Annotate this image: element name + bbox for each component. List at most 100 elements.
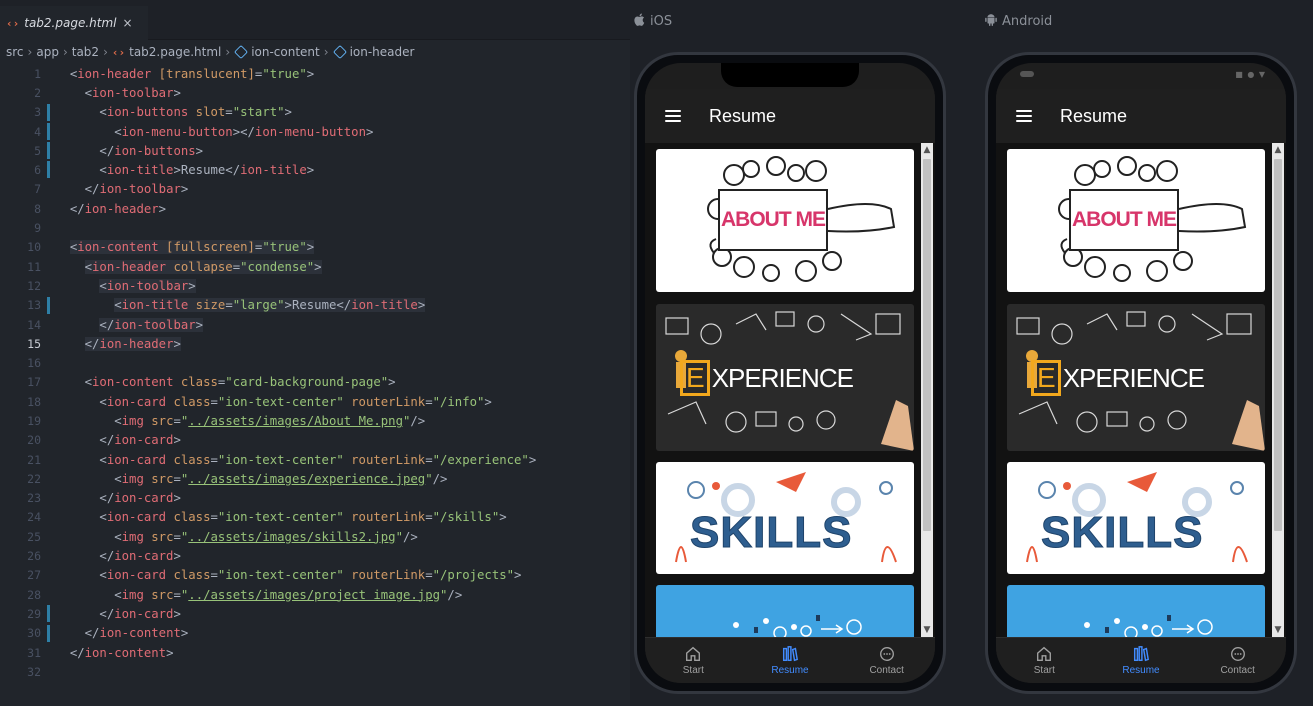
card-projects[interactable] bbox=[656, 585, 914, 637]
tab-contact[interactable]: Contact bbox=[838, 638, 935, 683]
tab-resume[interactable]: Resume bbox=[1093, 638, 1190, 683]
code-line: 8 </ion-header> bbox=[0, 199, 630, 218]
close-icon[interactable]: × bbox=[123, 16, 133, 30]
path-link[interactable]: ../assets/images/project image.jpg bbox=[188, 588, 440, 602]
lightbulb-illustration bbox=[733, 615, 862, 637]
tab-bar: Start Resume Contact bbox=[996, 637, 1286, 683]
git-change-marker bbox=[45, 604, 55, 623]
code-line: 7 </ion-toolbar> bbox=[0, 180, 630, 199]
code-line: 32 bbox=[0, 662, 630, 681]
code-line: 29 </ion-card> bbox=[0, 604, 630, 623]
line-number: 21 bbox=[27, 452, 41, 467]
card-list[interactable]: ABOUT ME E XPERIENCE SKILLS ▲ ▼ bbox=[645, 143, 935, 637]
about-me-sign: ABOUT ME bbox=[718, 189, 828, 251]
skills-wordmark: SKILLS bbox=[689, 508, 853, 558]
chevron-right-icon: › bbox=[323, 45, 329, 59]
code-line: 31 </ion-content> bbox=[0, 643, 630, 662]
scroll-down-icon[interactable]: ▼ bbox=[1272, 623, 1284, 637]
ios-device-frame: Resume ABOUT ME E XPERIENCE SKILLS ▲ ▼ S… bbox=[634, 52, 946, 694]
card-skills[interactable]: SKILLS bbox=[1007, 462, 1265, 574]
card-about-me[interactable]: ABOUT ME bbox=[1007, 149, 1265, 292]
breadcrumb-ion-content[interactable]: ion-content bbox=[251, 45, 320, 59]
chevron-right-icon: › bbox=[103, 45, 108, 59]
breadcrumb-src[interactable]: src bbox=[6, 45, 24, 59]
card-skills[interactable]: SKILLS bbox=[656, 462, 914, 574]
code-line: 23 </ion-card> bbox=[0, 489, 630, 508]
line-number: 22 bbox=[27, 471, 41, 486]
page-title: Resume bbox=[1060, 105, 1128, 126]
android-screen: ■ ● ▼ Resume ABOUT ME E XPERIENCE SKILLS… bbox=[996, 63, 1286, 683]
tab-label: tab2.page.html bbox=[24, 16, 117, 30]
scroll-down-icon[interactable]: ▼ bbox=[921, 623, 933, 637]
symbol-element-icon bbox=[332, 44, 347, 60]
tab-bar: ‹› tab2.page.html × bbox=[0, 0, 630, 40]
scroll-up-icon[interactable]: ▲ bbox=[921, 143, 933, 157]
scrollbar[interactable]: ▲ ▼ bbox=[1272, 143, 1284, 637]
breadcrumb-tab2[interactable]: tab2 bbox=[72, 45, 99, 59]
code-editor: ‹› tab2.page.html × src › app › tab2 › ‹… bbox=[0, 0, 630, 706]
scrollbar[interactable]: ▲ ▼ bbox=[921, 143, 933, 637]
menu-icon[interactable] bbox=[1016, 110, 1032, 122]
card-projects[interactable] bbox=[1007, 585, 1265, 637]
line-number: 19 bbox=[27, 413, 41, 428]
line-number: 17 bbox=[27, 375, 41, 390]
line-number: 14 bbox=[27, 317, 41, 332]
code-line: 30 </ion-content> bbox=[0, 624, 630, 643]
code-line: 9 bbox=[0, 218, 630, 237]
code-line: 14 </ion-toolbar> bbox=[0, 315, 630, 334]
notch bbox=[721, 63, 859, 87]
path-link[interactable]: ../assets/images/skills2.jpg bbox=[188, 530, 395, 544]
card-experience[interactable]: E XPERIENCE bbox=[1007, 304, 1265, 451]
git-change-marker bbox=[45, 141, 55, 160]
line-number: 7 bbox=[34, 182, 41, 197]
scroll-up-icon[interactable]: ▲ bbox=[1272, 143, 1284, 157]
code-line: 28 <img src="../assets/images/project im… bbox=[0, 585, 630, 604]
tab-tab2-page-html[interactable]: ‹› tab2.page.html × bbox=[0, 6, 148, 40]
device-preview-pane: iOS Android Resume ABOUT ME E XPERIENCE … bbox=[630, 0, 1313, 706]
git-change-marker bbox=[45, 103, 55, 122]
code-line: 2 <ion-toolbar> bbox=[0, 83, 630, 102]
library-icon bbox=[782, 646, 799, 662]
breadcrumb-ion-header[interactable]: ion-header bbox=[350, 45, 415, 59]
lightbulb-illustration bbox=[1084, 615, 1213, 637]
code-line: 15 </ion-header> bbox=[0, 334, 630, 353]
tab-start[interactable]: Start bbox=[645, 638, 742, 683]
line-number: 2 bbox=[34, 85, 41, 100]
code-line: 4 <ion-menu-button></ion-menu-button> bbox=[0, 122, 630, 141]
code-line: 26 </ion-card> bbox=[0, 546, 630, 565]
android-icon bbox=[985, 13, 997, 30]
line-number: 3 bbox=[34, 105, 41, 120]
toolbar: Resume bbox=[645, 89, 935, 143]
path-link[interactable]: ../assets/images/About Me.png bbox=[188, 414, 403, 428]
code-line: 13 <ion-title size="large">Resume</ion-t… bbox=[0, 296, 630, 315]
tab-contact[interactable]: Contact bbox=[1189, 638, 1286, 683]
breadcrumb-file[interactable]: tab2.page.html bbox=[129, 45, 221, 59]
html-file-icon: ‹› bbox=[6, 16, 20, 30]
line-number: 8 bbox=[34, 201, 41, 216]
card-about-me[interactable]: ABOUT ME bbox=[656, 149, 914, 292]
html-file-icon: ‹› bbox=[111, 45, 126, 59]
chat-icon bbox=[1230, 647, 1245, 661]
vscode-window: ‹› tab2.page.html × src › app › tab2 › ‹… bbox=[0, 0, 1313, 706]
tab-resume[interactable]: Resume bbox=[742, 638, 839, 683]
tab-start[interactable]: Start bbox=[996, 638, 1093, 683]
line-number: 25 bbox=[27, 529, 41, 544]
path-link[interactable]: ../assets/images/experience.jpeg bbox=[188, 472, 425, 486]
line-number: 4 bbox=[34, 124, 41, 139]
card-experience[interactable]: E XPERIENCE bbox=[656, 304, 914, 451]
menu-icon[interactable] bbox=[665, 110, 681, 122]
code-area[interactable]: 1 <ion-header [translucent]="true"> 2 <i… bbox=[0, 64, 630, 682]
line-number: 1 bbox=[34, 66, 41, 81]
scrollbar-thumb[interactable] bbox=[923, 159, 931, 531]
line-number: 28 bbox=[27, 587, 41, 602]
git-change-marker bbox=[45, 296, 55, 315]
line-number: 16 bbox=[27, 356, 41, 371]
android-device-frame: ■ ● ▼ Resume ABOUT ME E XPERIENCE SKILLS… bbox=[985, 52, 1297, 694]
line-number: 12 bbox=[27, 278, 41, 293]
symbol-element-icon bbox=[234, 44, 249, 60]
toolbar: Resume bbox=[996, 89, 1286, 143]
breadcrumb-app[interactable]: app bbox=[36, 45, 59, 59]
scrollbar-thumb[interactable] bbox=[1274, 159, 1282, 531]
card-list[interactable]: ABOUT ME E XPERIENCE SKILLS ▲ ▼ bbox=[996, 143, 1286, 637]
code-line: 17 <ion-content class="card-background-p… bbox=[0, 373, 630, 392]
